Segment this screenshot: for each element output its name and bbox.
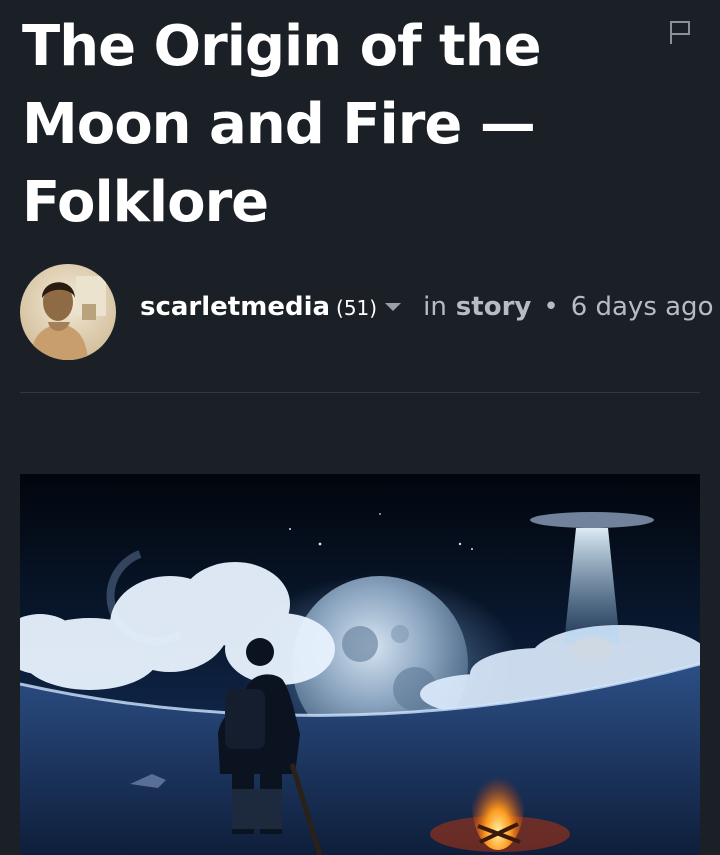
post-author-row: scarletmedia (51) in story • 6 days ago xyxy=(20,264,713,360)
author-name[interactable]: scarletmedia xyxy=(140,292,330,322)
category-link[interactable]: story xyxy=(456,292,532,322)
post-timestamp: 6 days ago xyxy=(570,292,714,322)
flag-icon[interactable] xyxy=(668,20,694,46)
post-page: The Origin of the Moon and Fire — Folklo… xyxy=(0,0,720,855)
caret-down-icon[interactable] xyxy=(385,303,402,311)
post-meta: scarletmedia (51) in story • 6 days ago xyxy=(140,292,713,332)
author-reputation: (51) xyxy=(336,296,378,320)
meta-separator: • xyxy=(543,292,559,322)
avatar[interactable] xyxy=(20,264,116,360)
divider xyxy=(20,392,700,393)
in-label: in xyxy=(423,292,447,322)
post-title: The Origin of the Moon and Fire — Folklo… xyxy=(22,14,542,235)
post-hero-image[interactable] xyxy=(20,474,700,855)
